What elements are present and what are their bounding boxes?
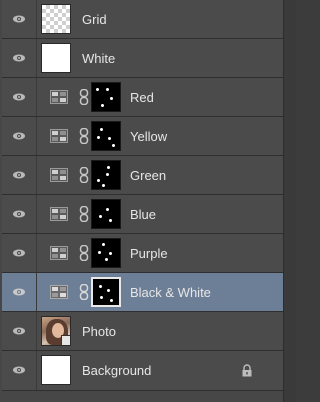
layer-name[interactable]: White xyxy=(82,51,115,66)
layer-row-grid[interactable]: Grid xyxy=(2,0,283,39)
scrollbar[interactable] xyxy=(283,0,296,402)
visibility-toggle[interactable] xyxy=(2,312,37,350)
eye-icon xyxy=(13,366,25,374)
layer-mask-thumbnail[interactable] xyxy=(91,199,121,229)
eye-icon xyxy=(13,15,25,23)
layer-name[interactable]: Red xyxy=(130,90,154,105)
visibility-toggle[interactable] xyxy=(2,39,37,77)
channel-mixer-icon[interactable] xyxy=(50,285,68,299)
chain-link-icon[interactable] xyxy=(79,128,89,144)
channel-mixer-icon[interactable] xyxy=(50,207,68,221)
layer-name[interactable]: Green xyxy=(130,168,166,183)
layer-thumbnail[interactable] xyxy=(41,43,71,73)
layer-row-white[interactable]: White xyxy=(2,39,283,78)
layer-row-blue[interactable]: Blue xyxy=(2,195,283,234)
visibility-toggle[interactable] xyxy=(2,273,37,311)
layer-row-green[interactable]: Green xyxy=(2,156,283,195)
eye-icon xyxy=(13,288,25,296)
channel-mixer-icon[interactable] xyxy=(50,90,68,104)
eye-icon xyxy=(13,171,25,179)
layer-thumbnail[interactable] xyxy=(41,316,71,346)
chain-link-icon[interactable] xyxy=(79,245,89,261)
eye-icon xyxy=(13,249,25,257)
layer-mask-thumbnail[interactable] xyxy=(91,121,121,151)
layer-mask-thumbnail[interactable] xyxy=(91,82,121,112)
eye-icon xyxy=(13,93,25,101)
layer-name[interactable]: Black & White xyxy=(130,285,211,300)
visibility-toggle[interactable] xyxy=(2,156,37,194)
visibility-toggle[interactable] xyxy=(2,78,37,116)
visibility-toggle[interactable] xyxy=(2,234,37,272)
visibility-toggle[interactable] xyxy=(2,117,37,155)
layer-thumbnail[interactable] xyxy=(41,4,71,34)
layer-name[interactable]: Photo xyxy=(82,324,116,339)
channel-mixer-icon[interactable] xyxy=(50,129,68,143)
chain-link-icon[interactable] xyxy=(79,284,89,300)
eye-icon xyxy=(13,54,25,62)
layer-row-yellow[interactable]: Yellow xyxy=(2,117,283,156)
eye-icon xyxy=(13,210,25,218)
layer-name[interactable]: Purple xyxy=(130,246,168,261)
lock-icon xyxy=(242,364,252,377)
layer-name[interactable]: Blue xyxy=(130,207,156,222)
layer-row-photo[interactable]: Photo xyxy=(2,312,283,351)
smart-object-icon xyxy=(61,335,70,345)
visibility-toggle[interactable] xyxy=(2,195,37,233)
layer-row-red[interactable]: Red xyxy=(2,78,283,117)
eye-icon xyxy=(13,132,25,140)
layer-name[interactable]: Background xyxy=(82,363,151,378)
visibility-toggle[interactable] xyxy=(2,351,37,390)
layer-row-background[interactable]: Background xyxy=(2,351,283,391)
layer-mask-thumbnail[interactable] xyxy=(91,277,121,307)
layer-row-purple[interactable]: Purple xyxy=(2,234,283,273)
layer-row-black-and-white[interactable]: Black & White xyxy=(2,273,283,312)
layer-name[interactable]: Yellow xyxy=(130,129,167,144)
channel-mixer-icon[interactable] xyxy=(50,246,68,260)
chain-link-icon[interactable] xyxy=(79,206,89,222)
eye-icon xyxy=(13,327,25,335)
layer-mask-thumbnail[interactable] xyxy=(91,160,121,190)
chain-link-icon[interactable] xyxy=(79,167,89,183)
layers-panel: Grid White Red Yellow Green Blue Purple … xyxy=(0,0,296,402)
visibility-toggle[interactable] xyxy=(2,0,37,38)
chain-link-icon[interactable] xyxy=(79,89,89,105)
layer-name[interactable]: Grid xyxy=(82,12,107,27)
channel-mixer-icon[interactable] xyxy=(50,168,68,182)
layer-thumbnail[interactable] xyxy=(41,355,71,385)
layer-mask-thumbnail[interactable] xyxy=(91,238,121,268)
